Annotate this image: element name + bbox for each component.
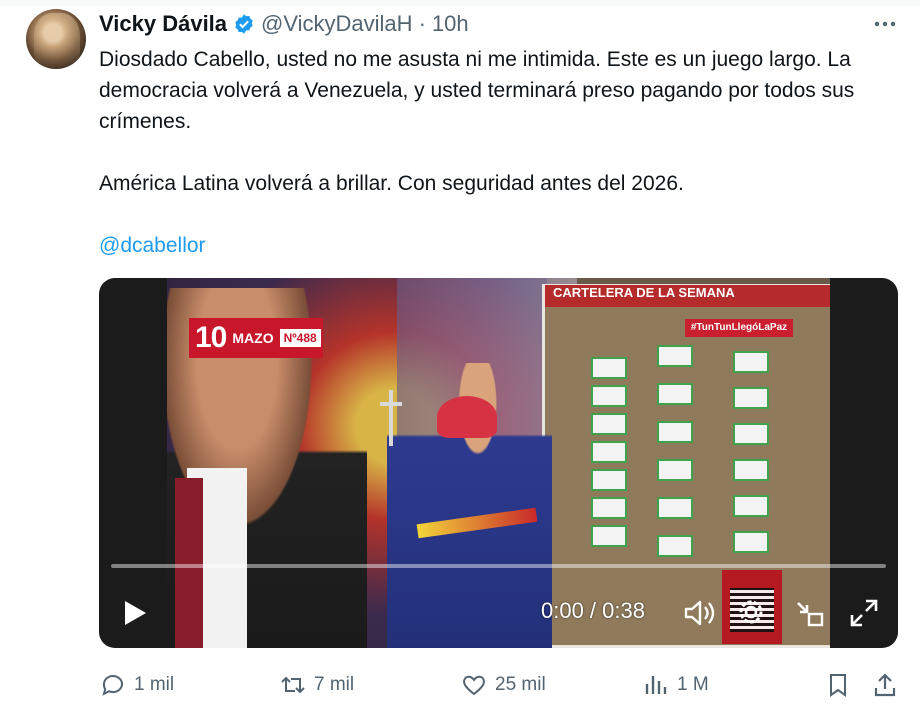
video-progress-bar[interactable]	[111, 564, 886, 568]
reply-icon	[102, 675, 123, 696]
more-icon[interactable]	[872, 12, 898, 36]
share-icon	[874, 673, 896, 697]
like-button[interactable]: 25 mil	[461, 668, 546, 702]
video-frame[interactable]: 10 MAZO Nº488 CARTELERA DE LA SEMANA #Tu…	[167, 278, 830, 648]
settings-icon[interactable]	[735, 596, 767, 628]
bookmark-button[interactable]	[825, 668, 851, 702]
separator-dot: ·	[418, 11, 426, 36]
video-player[interactable]: 10 MAZO Nº488 CARTELERA DE LA SEMANA #Tu…	[99, 278, 898, 648]
author-name[interactable]: Vicky Dávila	[99, 11, 227, 37]
views-icon	[645, 676, 667, 694]
share-button[interactable]	[872, 668, 898, 702]
views-button[interactable]: 1 M	[643, 668, 709, 702]
views-count: 1 M	[677, 674, 709, 695]
play-icon[interactable]	[119, 598, 149, 628]
tweet-header: Vicky Dávila @VickyDavilaH · 10h	[99, 9, 469, 39]
avatar[interactable]	[26, 9, 86, 69]
program-logo: 10 MAZO Nº488	[189, 318, 323, 358]
tweet-paragraph-2: América Latina volverá a brillar. Con se…	[99, 172, 684, 195]
previous-tweet-edge	[0, 0, 920, 6]
reply-button[interactable]: 1 mil	[100, 668, 174, 702]
tweet-time[interactable]: 10h	[432, 11, 469, 37]
bulletin-board: CARTELERA DE LA SEMANA #TunTunLlegóLaPaz	[542, 284, 830, 648]
volume-icon[interactable]	[683, 598, 715, 628]
retweet-count: 7 mil	[314, 674, 355, 695]
retweet-icon	[281, 676, 305, 694]
tweet-text: Diosdado Cabello, usted no me asusta ni …	[99, 44, 899, 261]
crucifix	[380, 390, 402, 446]
mention-link[interactable]: @dcabellor	[99, 234, 206, 257]
author-handle[interactable]: @VickyDavilaH	[261, 11, 413, 37]
like-count: 25 mil	[495, 674, 546, 695]
retweet-button[interactable]: 7 mil	[280, 668, 354, 702]
tweet-paragraph-1: Diosdado Cabello, usted no me asusta ni …	[99, 48, 855, 133]
video-time: 0:00 / 0:38	[541, 598, 645, 623]
verified-badge-icon	[235, 14, 253, 34]
expand-icon[interactable]	[849, 598, 879, 628]
reply-count: 1 mil	[134, 674, 175, 695]
like-icon	[463, 675, 485, 696]
collapse-icon[interactable]	[795, 600, 825, 628]
bookmark-icon	[830, 674, 846, 697]
tweet-actions: 1 mil 7 mil 25 mil 1 M	[0, 668, 920, 702]
